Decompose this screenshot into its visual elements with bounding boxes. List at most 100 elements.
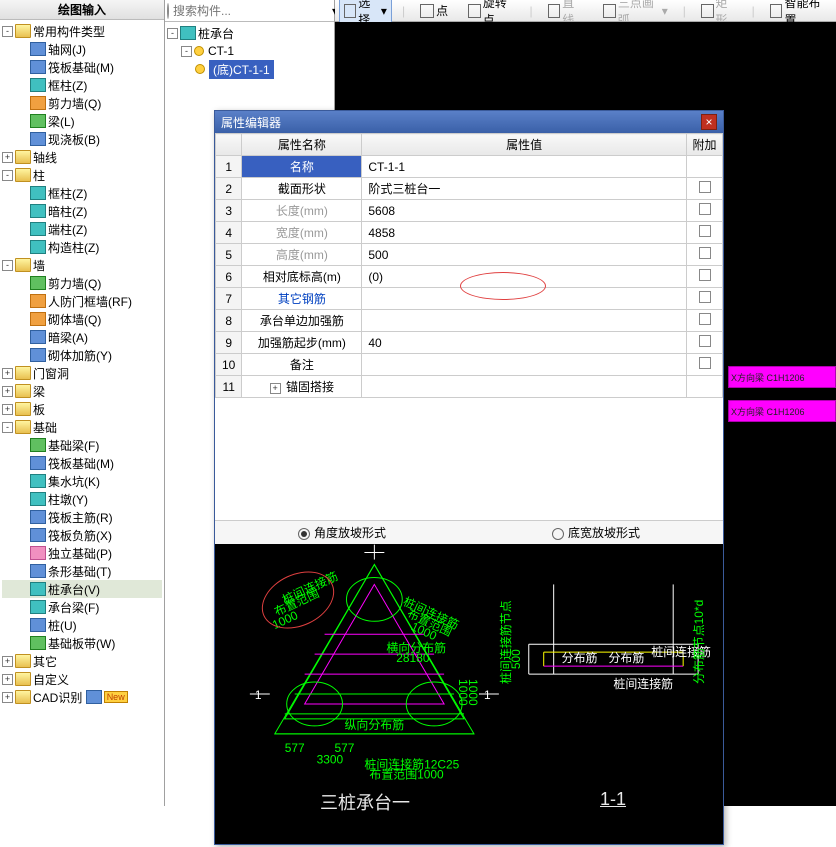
checkbox[interactable] [699,269,711,281]
table-row[interactable]: 9加强筋起步(mm) [216,332,723,354]
prop-value-cell[interactable] [362,288,687,310]
tree-root[interactable]: -常用构件类型 [2,22,162,40]
prop-value-input[interactable] [368,292,680,306]
prop-value-input[interactable] [368,358,680,372]
tree-group-foundation[interactable]: -基础 [2,418,162,436]
tree-item[interactable]: 砌体墙(Q) [2,310,162,328]
tree-item[interactable]: 框柱(Z) [2,76,162,94]
checkbox[interactable] [699,203,711,215]
tree-item[interactable]: 独立基础(P) [2,544,162,562]
radio-width[interactable]: 底宽放坡形式 [552,524,640,541]
tree-group-axis[interactable]: +轴线 [2,148,162,166]
tree-item-pilecap[interactable]: 桩承台(V) [2,580,162,598]
tree-item[interactable]: 筏板负筋(X) [2,526,162,544]
tree-item[interactable]: 人防门框墙(RF) [2,292,162,310]
expand-icon[interactable]: + [2,674,13,685]
prop-value-cell[interactable] [362,178,687,200]
tree-item[interactable]: 筏板主筋(R) [2,508,162,526]
prop-add-cell[interactable] [687,354,723,376]
tree-item[interactable]: 现浇板(B) [2,130,162,148]
prop-value-cell[interactable] [362,332,687,354]
tree-group-slab[interactable]: +板 [2,400,162,418]
expand-icon[interactable]: + [2,386,13,397]
table-row[interactable]: 5高度(mm) [216,244,723,266]
radio-angle[interactable]: 角度放坡形式 [298,524,386,541]
tree-item[interactable]: 基础梁(F) [2,436,162,454]
tree-item-selected[interactable]: (底)CT-1-1 [167,60,332,78]
table-row[interactable]: 8承台单边加强筋 [216,310,723,332]
table-row[interactable]: 11+ 锚固搭接 [216,376,723,398]
collapse-icon[interactable]: - [167,28,178,39]
prop-add-cell[interactable] [687,376,723,398]
prop-value-input[interactable] [368,160,680,174]
checkbox[interactable] [699,313,711,325]
prop-value-cell[interactable] [362,156,687,178]
tree-group-opening[interactable]: +门窗洞 [2,364,162,382]
tree-item[interactable]: 柱墩(Y) [2,490,162,508]
checkbox[interactable] [699,247,711,259]
prop-value-input[interactable] [368,248,680,262]
checkbox[interactable] [699,291,711,303]
prop-value-cell[interactable] [362,222,687,244]
search-input[interactable] [173,4,328,18]
collapse-icon[interactable]: - [2,170,13,181]
prop-value-input[interactable] [368,380,680,394]
expand-icon[interactable]: + [2,368,13,379]
expand-icon[interactable]: + [2,152,13,163]
prop-value-cell[interactable] [362,310,687,332]
prop-value-input[interactable] [368,204,680,218]
table-row[interactable]: 6相对底标高(m) [216,266,723,288]
tree-item[interactable]: 承台梁(F) [2,598,162,616]
prop-value-cell[interactable] [362,266,687,288]
tree-group-other[interactable]: +其它 [2,652,162,670]
tree-item[interactable]: 条形基础(T) [2,562,162,580]
collapse-icon[interactable]: - [2,260,13,271]
tree-item[interactable]: 框柱(Z) [2,184,162,202]
checkbox[interactable] [699,181,711,193]
prop-add-cell[interactable] [687,222,723,244]
prop-value-cell[interactable] [362,376,687,398]
tree-item[interactable]: 基础板带(W) [2,634,162,652]
tree-item[interactable]: 端柱(Z) [2,220,162,238]
expand-icon[interactable]: + [2,656,13,667]
expand-icon[interactable]: + [270,383,281,394]
prop-value-input[interactable] [368,181,680,195]
tree-group-custom[interactable]: +自定义 [2,670,162,688]
tree-item[interactable]: 砌体加筋(Y) [2,346,162,364]
prop-add-cell[interactable] [687,200,723,222]
tree-group-wall[interactable]: -墙 [2,256,162,274]
tree-group-beam[interactable]: +梁 [2,382,162,400]
prop-value-input[interactable] [368,314,680,328]
prop-value-cell[interactable] [362,244,687,266]
tree-item[interactable]: 暗柱(Z) [2,202,162,220]
collapse-icon[interactable]: - [2,422,13,433]
close-button[interactable]: × [701,114,717,130]
prop-value-input[interactable] [368,270,680,284]
table-row[interactable]: 1名称 [216,156,723,178]
table-row[interactable]: 2截面形状 [216,178,723,200]
table-row[interactable]: 4宽度(mm) [216,222,723,244]
tree-item[interactable]: 剪力墙(Q) [2,274,162,292]
prop-add-cell[interactable] [687,266,723,288]
tree-item[interactable]: 梁(L) [2,112,162,130]
prop-value-cell[interactable] [362,354,687,376]
checkbox[interactable] [699,225,711,237]
prop-value-input[interactable] [368,226,680,240]
tree-item[interactable]: 暗梁(A) [2,328,162,346]
expand-icon[interactable]: + [2,692,13,703]
prop-add-cell[interactable] [687,156,723,178]
prop-value-cell[interactable] [362,200,687,222]
tree-item[interactable]: 构造柱(Z) [2,238,162,256]
point-button[interactable]: 点 [415,0,453,21]
tree-group-cad[interactable]: +CAD识别 New [2,688,162,706]
prop-add-cell[interactable] [687,288,723,310]
collapse-icon[interactable]: - [181,46,192,57]
checkbox[interactable] [699,357,711,369]
tree-root[interactable]: -桩承台 [167,24,332,42]
tree-group-column[interactable]: -柱 [2,166,162,184]
dialog-titlebar[interactable]: 属性编辑器 × [215,111,723,133]
tree-item[interactable]: 集水坑(K) [2,472,162,490]
table-row[interactable]: 3长度(mm) [216,200,723,222]
checkbox[interactable] [699,335,711,347]
tree-item[interactable]: -CT-1 [167,42,332,60]
